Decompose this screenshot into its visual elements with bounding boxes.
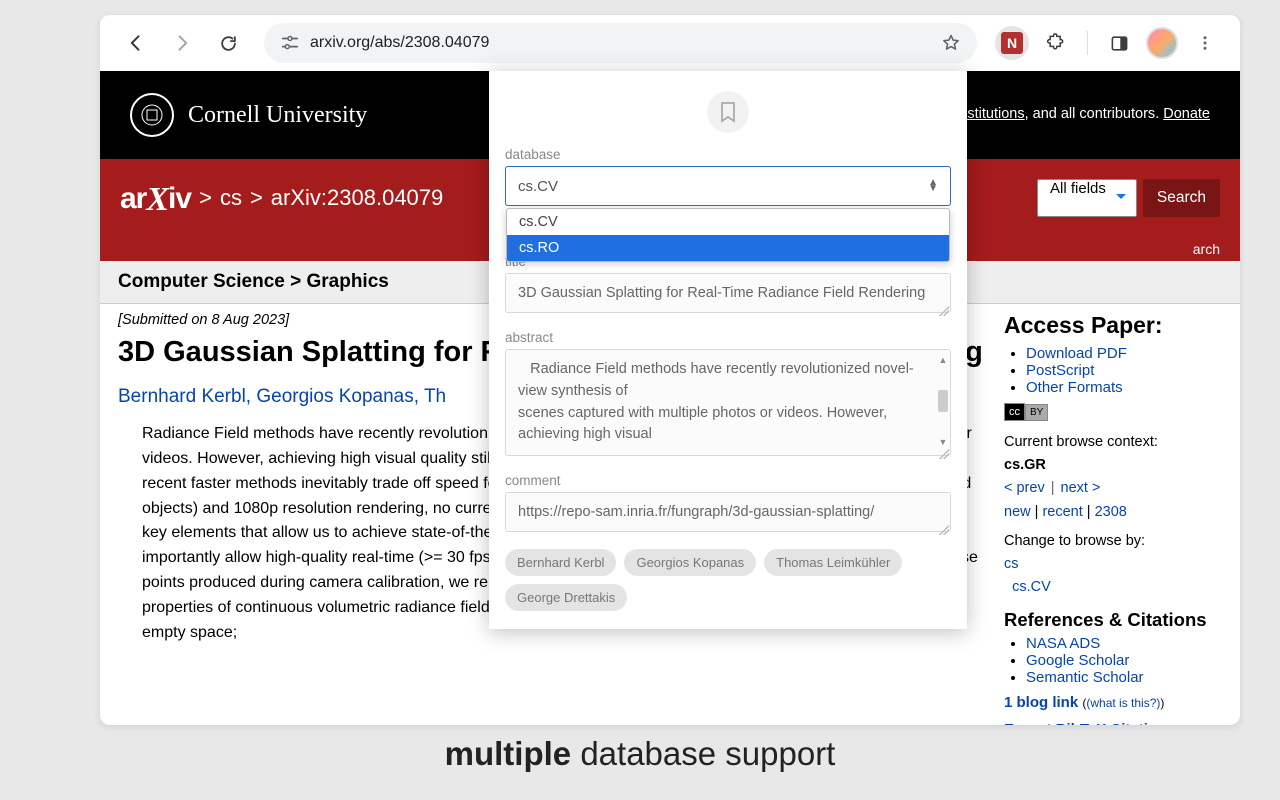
donate-link[interactable]: Donate: [1163, 106, 1210, 122]
postscript-link[interactable]: PostScript: [1026, 362, 1094, 379]
db-option-csro[interactable]: cs.RO: [507, 235, 949, 261]
abstract-input[interactable]: [505, 349, 951, 456]
arxiv-logo[interactable]: arXiv: [120, 179, 191, 217]
references-heading: References & Citations: [1004, 609, 1222, 631]
database-dropdown: cs.CV cs.RO: [506, 208, 950, 262]
what-is-this-link[interactable]: (what is this?): [1086, 696, 1160, 710]
browser-toolbar: arxiv.org/abs/2308.04079 N: [100, 15, 1240, 71]
browse-cscv-link[interactable]: cs.CV: [1012, 579, 1051, 595]
resize-handle-icon[interactable]: [939, 449, 949, 459]
prev-link[interactable]: < prev: [1004, 480, 1045, 496]
recent-link[interactable]: recent: [1042, 504, 1082, 520]
forward-button[interactable]: [164, 25, 200, 61]
resize-handle-icon[interactable]: [939, 306, 949, 316]
site-settings-icon[interactable]: [280, 33, 300, 53]
abstract-label: abstract: [505, 330, 951, 345]
author-tag[interactable]: George Drettakis: [505, 584, 627, 611]
address-bar[interactable]: arxiv.org/abs/2308.04079: [264, 23, 977, 63]
next-link[interactable]: next >: [1061, 480, 1101, 496]
toolbar-divider: [1087, 31, 1088, 55]
browser-window: arxiv.org/abs/2308.04079 N Cornell Unive…: [100, 15, 1240, 725]
download-pdf-link[interactable]: Download PDF: [1026, 345, 1127, 362]
sidebar: Access Paper: Download PDF PostScript Ot…: [1004, 312, 1222, 725]
url-text: arxiv.org/abs/2308.04079: [310, 34, 931, 52]
search-field-select[interactable]: All fields: [1037, 179, 1137, 217]
bookmark-icon[interactable]: [707, 91, 749, 133]
license-badge[interactable]: ccBY: [1004, 402, 1222, 421]
blog-link[interactable]: 1 blog link: [1004, 694, 1078, 711]
side-panel-icon[interactable]: [1102, 26, 1136, 60]
access-paper-heading: Access Paper:: [1004, 312, 1222, 339]
extensions-puzzle-icon[interactable]: [1039, 26, 1073, 60]
comment-input[interactable]: [505, 492, 951, 532]
bookmark-star-icon[interactable]: [941, 33, 961, 53]
search-button[interactable]: Search: [1143, 179, 1220, 217]
database-label: database: [505, 147, 951, 162]
semantic-scholar-link[interactable]: Semantic Scholar: [1026, 669, 1144, 686]
author-tag[interactable]: Georgios Kopanas: [624, 549, 756, 576]
caption: multiple database support: [35, 735, 1245, 773]
export-bibtex-link[interactable]: Export BibTeX Citation: [1004, 721, 1166, 725]
comment-label: comment: [505, 473, 951, 488]
author-tags: Bernhard Kerbl Georgios Kopanas Thomas L…: [505, 549, 951, 611]
cornell-name: Cornell University: [188, 102, 367, 129]
extension-n-icon[interactable]: N: [995, 26, 1029, 60]
browser-menu-icon[interactable]: [1188, 26, 1222, 60]
select-arrows-icon: ▲▼: [928, 180, 938, 192]
title-input[interactable]: [505, 273, 951, 313]
browse-context-label: Current browse context:: [1004, 431, 1222, 454]
google-scholar-link[interactable]: Google Scholar: [1026, 652, 1129, 669]
profile-avatar[interactable]: [1146, 27, 1178, 59]
breadcrumb-paper-id: arXiv:2308.04079: [271, 185, 443, 211]
cornell-seal-icon: [130, 93, 174, 137]
author-tag[interactable]: Thomas Leimkühler: [764, 549, 902, 576]
scrollbar[interactable]: ▲▼: [937, 355, 949, 447]
database-select[interactable]: cs.CV ▲▼ cs.CV cs.RO: [505, 166, 951, 206]
new-link[interactable]: new: [1004, 504, 1031, 520]
breadcrumb-cs[interactable]: cs: [220, 185, 242, 211]
author-tag[interactable]: Bernhard Kerbl: [505, 549, 616, 576]
resize-handle-icon[interactable]: [939, 525, 949, 535]
other-formats-link[interactable]: Other Formats: [1026, 379, 1123, 396]
2308-link[interactable]: 2308: [1095, 504, 1127, 520]
change-browse-label: Change to browse by:: [1004, 530, 1222, 553]
extension-popup: database cs.CV ▲▼ cs.CV cs.RO title abst…: [489, 71, 967, 629]
browse-cs-link[interactable]: cs: [1004, 556, 1019, 572]
db-option-cscv[interactable]: cs.CV: [507, 209, 949, 235]
reload-button[interactable]: [210, 25, 246, 61]
browse-context-value: cs.GR: [1004, 457, 1046, 473]
nasa-ads-link[interactable]: NASA ADS: [1026, 635, 1100, 652]
back-button[interactable]: [118, 25, 154, 61]
